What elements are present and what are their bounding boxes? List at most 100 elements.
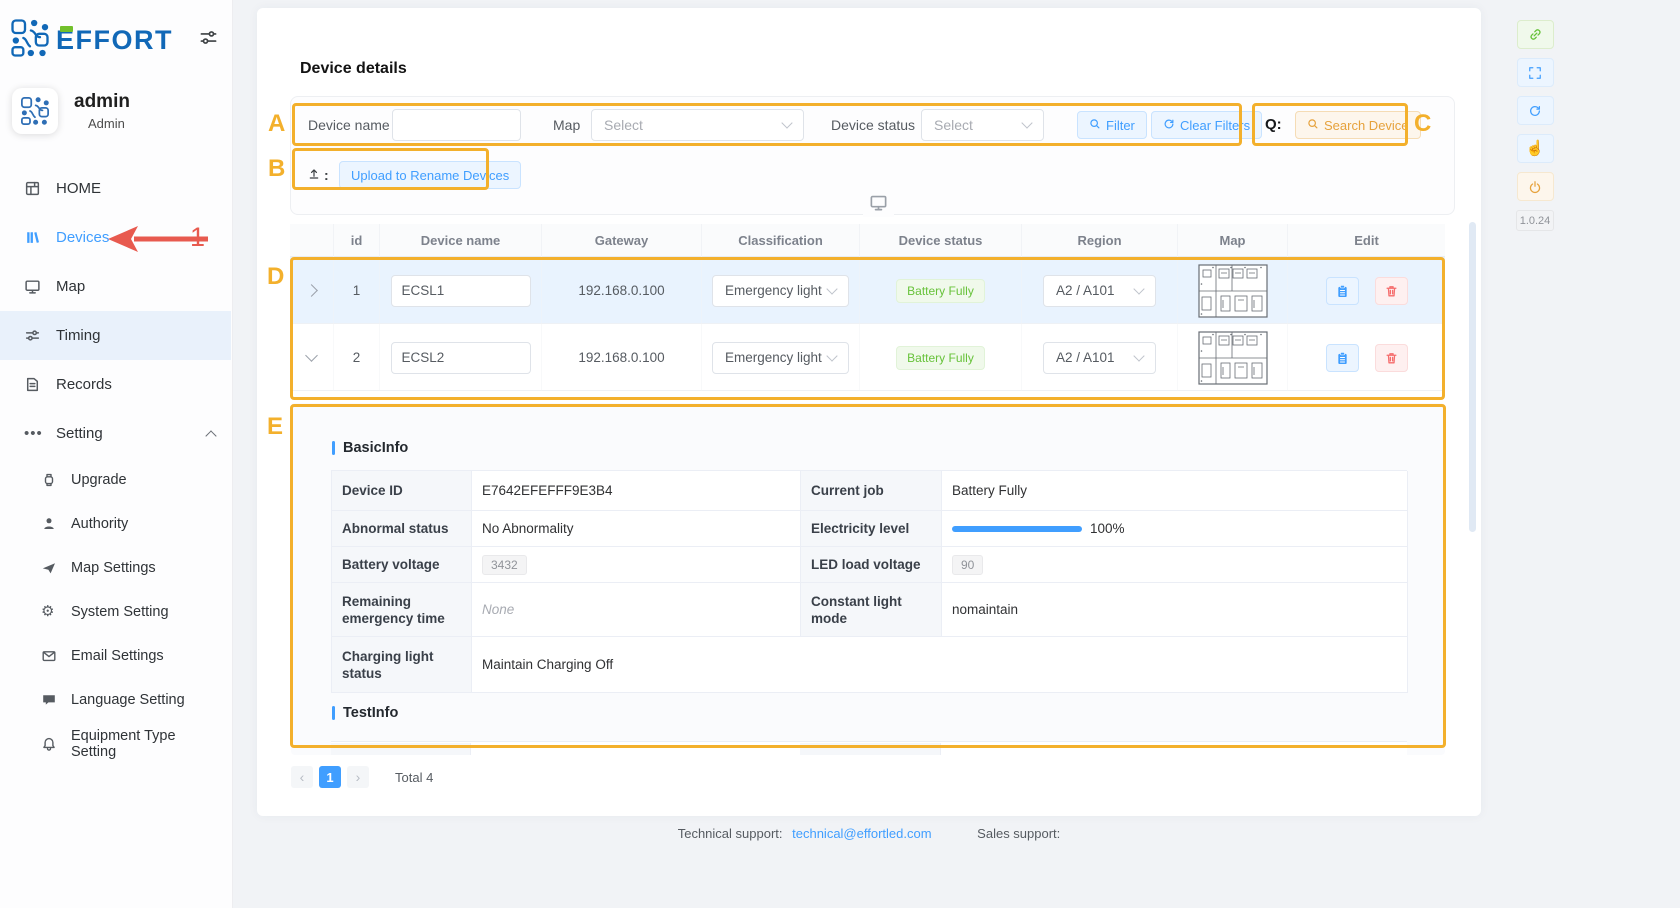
remaining-emergency-time-value: None	[472, 583, 801, 637]
sidebar-item-map-settings[interactable]: Map Settings	[0, 546, 231, 590]
search-icon	[1089, 118, 1101, 133]
sub-item-label: Map Settings	[71, 560, 156, 576]
search-prefix-label: Q:	[1265, 111, 1282, 139]
user-name: admin	[74, 91, 130, 113]
sidebar-item-upgrade[interactable]: Upgrade	[0, 458, 231, 502]
sidebar-item-system-setting[interactable]: ⚙ System Setting	[0, 590, 231, 634]
th-map: Map	[1178, 224, 1288, 257]
current-job-label: Current job	[801, 471, 942, 511]
th-device-name: Device name	[380, 224, 542, 257]
classification-select[interactable]: Emergency light	[712, 275, 849, 307]
cell-gateway: 192.168.0.100	[542, 324, 702, 391]
th-classification: Classification	[702, 224, 860, 257]
delete-device-button[interactable]	[1375, 344, 1408, 372]
sub-item-label: Authority	[71, 516, 128, 532]
edit-device-button[interactable]	[1326, 277, 1359, 305]
clipboard-icon	[1336, 351, 1349, 365]
device-status-select[interactable]: Select	[921, 109, 1044, 141]
section-bar	[332, 706, 335, 720]
constant-light-mode-label: Constant light mode	[801, 583, 942, 637]
sales-support-label: Sales support:	[977, 826, 1060, 841]
table-header-row: id Device name Gateway Classification De…	[290, 224, 1445, 257]
sidebar-item-equipment-type-setting[interactable]: Equipment Type Setting	[0, 722, 231, 766]
sidebar-item-email-settings[interactable]: Email Settings	[0, 634, 231, 678]
sidebar-item-language-setting[interactable]: Language Setting	[0, 678, 231, 722]
technical-support-label: Technical support:	[678, 826, 783, 841]
region-select[interactable]: A2 / A101	[1043, 275, 1156, 307]
cell-id: 2	[334, 324, 380, 391]
avatar[interactable]	[12, 88, 58, 134]
floorplan-thumbnail[interactable]	[1198, 264, 1268, 318]
sidebar-item-label: Records	[56, 376, 112, 393]
power-button[interactable]	[1517, 172, 1554, 201]
status-badge: Battery Fully	[896, 279, 985, 303]
brand-name: EFFORT	[56, 25, 173, 56]
table-row: 1 192.168.0.100 Emergency light Battery …	[290, 257, 1445, 324]
devices-icon	[24, 229, 41, 246]
sidebar-item-label: Devices	[56, 229, 109, 246]
side-nav: HOME Devices Map Timing	[0, 164, 231, 766]
sidebar-collapse-icon[interactable]	[199, 28, 218, 52]
next-page-button[interactable]: ›	[347, 766, 369, 788]
sidebar-item-label: HOME	[56, 180, 101, 197]
page-number[interactable]: 1	[319, 766, 341, 788]
sidebar-item-timing[interactable]: Timing	[0, 311, 231, 360]
sidebar-item-map[interactable]: Map	[0, 262, 231, 311]
sidebar-item-records[interactable]: Records	[0, 360, 231, 409]
refresh-icon	[1528, 104, 1542, 118]
sidebar-item-home[interactable]: HOME	[0, 164, 231, 213]
collapse-row-icon[interactable]	[305, 349, 318, 362]
footer: Technical support: technical@effortled.c…	[257, 826, 1481, 841]
user-profile: admin Admin	[0, 64, 232, 144]
region-select[interactable]: A2 / A101	[1043, 342, 1156, 374]
person-icon	[41, 516, 57, 532]
battery-voltage-label: Battery voltage	[332, 547, 472, 583]
device-id-value: E7642EFEFFF9E3B4	[472, 471, 801, 511]
basic-info-table: Device ID E7642EFEFFF9E3B4 Current job B…	[331, 470, 1407, 693]
chevron-down-icon	[781, 117, 792, 128]
expand-row-icon[interactable]	[305, 284, 318, 297]
edit-device-button[interactable]	[1326, 344, 1359, 372]
device-status-label: Device status	[831, 109, 915, 141]
upgrade-icon	[41, 472, 57, 488]
monitor-toggle-icon[interactable]	[863, 193, 894, 217]
link-icon	[1528, 27, 1543, 42]
abnormal-status-value: No Abnormality	[472, 511, 801, 547]
map-select[interactable]: Select	[591, 109, 804, 141]
refresh-button[interactable]	[1517, 96, 1554, 125]
prev-page-button[interactable]: ‹	[291, 766, 313, 788]
sidebar-item-authority[interactable]: Authority	[0, 502, 231, 546]
constant-light-mode-value: nomaintain	[942, 583, 1408, 637]
technical-support-email-link[interactable]: technical@effortled.com	[792, 826, 931, 841]
page-title: Device details	[300, 60, 407, 78]
device-name-input[interactable]	[392, 109, 521, 141]
sidebar-item-devices[interactable]: Devices	[0, 213, 231, 262]
logo-row: EFFORT	[0, 0, 232, 64]
sidebar-item-setting[interactable]: ••• Setting	[0, 409, 231, 458]
device-name-cell-input[interactable]	[391, 275, 531, 307]
search-device-button[interactable]: Search Device	[1295, 111, 1421, 139]
floating-toolbar: ☝ 1.0.24	[1516, 20, 1554, 231]
sidebar-item-label: Setting	[56, 425, 103, 442]
abnormal-status-label: Abnormal status	[332, 511, 472, 547]
floorplan-thumbnail[interactable]	[1198, 331, 1268, 385]
classification-select[interactable]: Emergency light	[712, 342, 849, 374]
table-row: 2 192.168.0.100 Emergency light Battery …	[290, 324, 1445, 391]
filter-button[interactable]: Filter	[1077, 111, 1147, 139]
clear-filters-button[interactable]: Clear Filters	[1151, 111, 1262, 139]
delete-device-button[interactable]	[1375, 277, 1408, 305]
fullscreen-button[interactable]	[1517, 58, 1554, 87]
device-name-cell-input[interactable]	[391, 342, 531, 374]
th-id: id	[334, 224, 380, 257]
chevron-down-icon	[1133, 350, 1144, 361]
sub-item-label: Email Settings	[71, 648, 164, 664]
led-load-voltage-value: 90	[942, 547, 1408, 583]
upload-rename-devices-button[interactable]: Upload to Rename Devices	[339, 161, 521, 189]
pointer-hand-button[interactable]: ☝	[1517, 134, 1554, 163]
upload-label: :	[307, 161, 329, 189]
scrollbar[interactable]	[1469, 222, 1476, 532]
refresh-icon	[1163, 118, 1175, 133]
pagination: ‹ 1 › Total 4	[291, 766, 433, 788]
brand-logo-icon	[10, 18, 50, 63]
link-button[interactable]	[1517, 20, 1554, 49]
